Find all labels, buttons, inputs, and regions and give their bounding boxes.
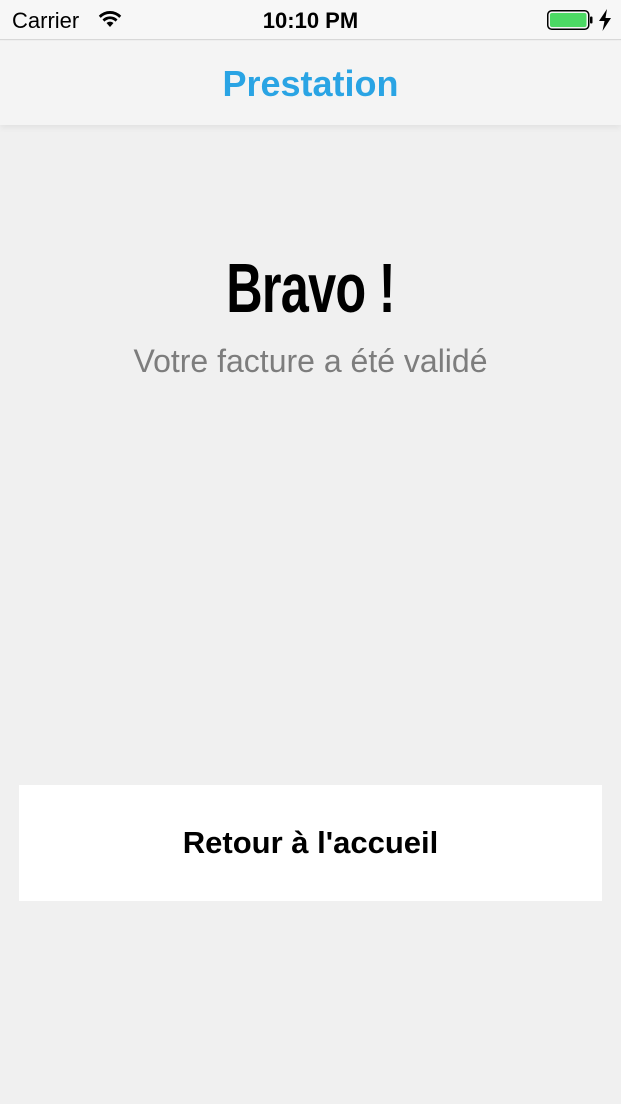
success-subtitle: Votre facture a été validé	[133, 343, 488, 379]
navigation-bar: Prestation	[0, 41, 621, 125]
screen: Carrier 10:10 PM Prestation Bravo ! Votr…	[0, 0, 621, 1104]
success-headline: Bravo !	[226, 249, 395, 327]
page-title: Prestation	[222, 63, 399, 104]
status-bar: Carrier 10:10 PM	[0, 0, 621, 40]
back-to-home-button[interactable]: Retour à l'accueil	[19, 785, 602, 901]
back-to-home-label: Retour à l'accueil	[182, 825, 439, 860]
battery-icon	[547, 10, 593, 30]
bolt-icon	[599, 9, 611, 31]
clock: 10:10 PM	[262, 8, 359, 33]
